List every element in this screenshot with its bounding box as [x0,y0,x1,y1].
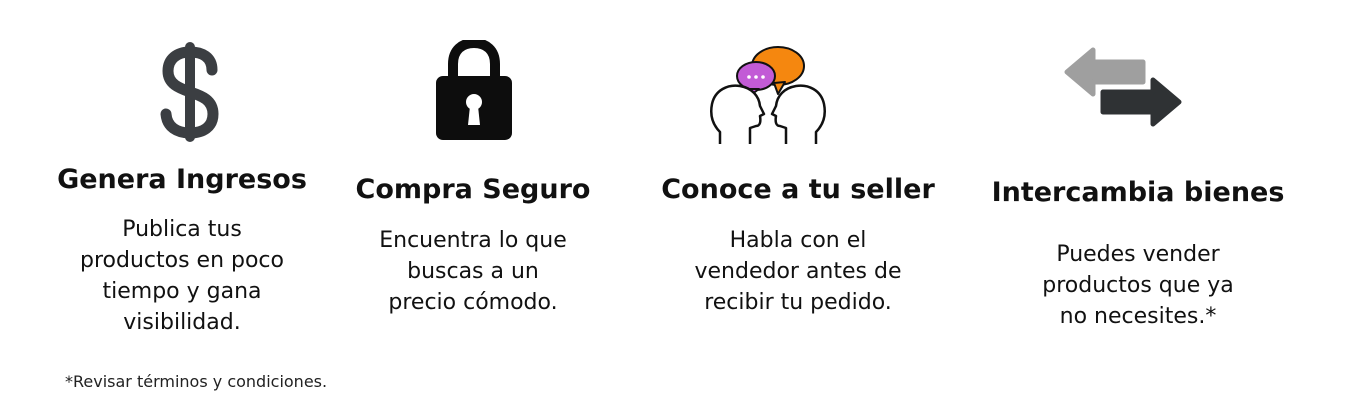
dollar-icon [160,42,219,142]
feature-description: Habla con el vendedor antes de recibir t… [638,225,958,318]
feature-title: Compra Seguro [355,174,591,205]
feature-description: Puedes vender productos que ya no necesi… [978,239,1298,332]
feature-title: Genera Ingresos [57,164,307,195]
description-line: Puedes vender [1056,242,1220,267]
description-line: buscas a un [407,259,539,284]
feature-title: Conoce a tu seller [661,174,935,205]
description-line: productos que ya [1042,273,1234,298]
description-line: no necesites.* [1059,304,1217,329]
description-line: Habla con el [729,228,867,253]
description-line: visibilidad. [123,310,241,335]
description-line: vendedor antes de [694,259,902,284]
conversation-icon [710,46,826,144]
feature-description: Encuentra lo que buscas a un precio cómo… [323,225,623,318]
exchange-arrows-icon [1064,47,1182,127]
description-line: tiempo y gana [102,279,262,304]
description-line: Encuentra lo que [379,228,567,253]
lock-icon [436,40,512,140]
description-line: precio cómodo. [388,290,558,315]
feature-title: Intercambia bienes [991,177,1285,208]
description-line: recibir tu pedido. [704,290,892,315]
description-line: productos en poco [80,248,284,273]
feature-description: Publica tus productos en poco tiempo y g… [32,214,332,338]
terms-footnote: *Revisar términos y condiciones. [65,372,328,391]
description-line: Publica tus [122,217,242,242]
